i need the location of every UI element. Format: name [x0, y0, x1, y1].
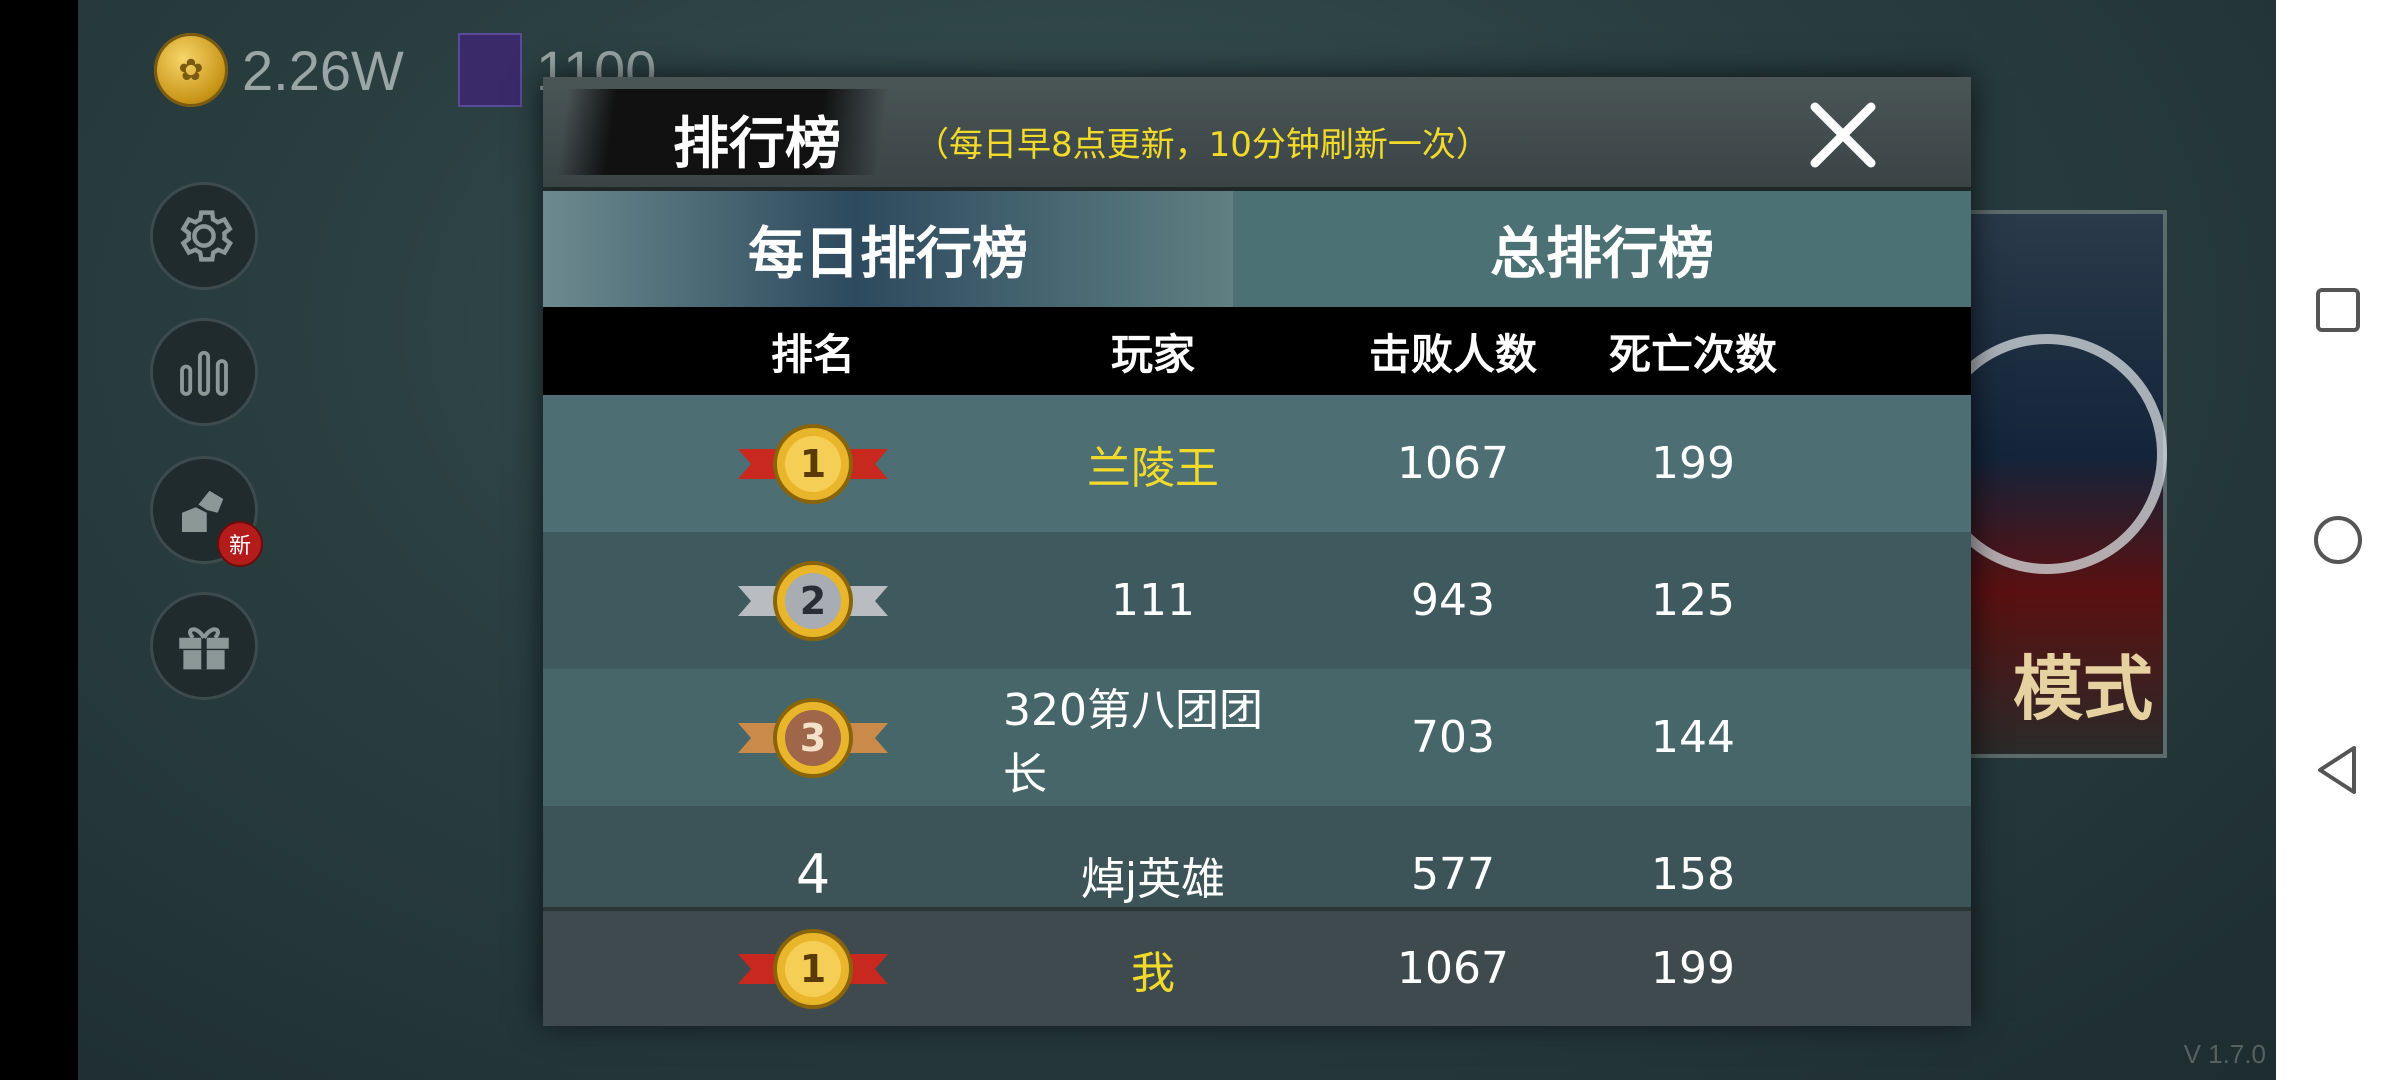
- silver-medal-icon: 2: [703, 532, 923, 669]
- tab-daily-leaderboard[interactable]: 每日排行榜: [543, 191, 1233, 307]
- column-deaths: 死亡次数: [1608, 329, 1777, 379]
- circle-icon: [2314, 516, 2362, 564]
- svg-text:1: 1: [800, 947, 826, 991]
- coin-resource: ✿ 2.26W: [154, 30, 404, 110]
- svg-text:1: 1: [800, 442, 826, 486]
- bar-chart-icon: [180, 350, 228, 396]
- back-button[interactable]: [2276, 730, 2400, 810]
- dialog-title: 排行榜: [673, 112, 841, 177]
- leaderboard-dialog: 排行榜 （每日早8点更新，10分钟刷新一次） 每日排行榜 总排行榜 排名 玩家 …: [543, 77, 1971, 1026]
- player-name: 320第八团团长: [1003, 684, 1263, 800]
- tab-total-leaderboard[interactable]: 总排行榜: [1233, 191, 1971, 307]
- table-row[interactable]: 4 焯j英雄 577 158: [543, 806, 1971, 907]
- materials-button[interactable]: 新: [150, 456, 263, 567]
- gem-icon: [458, 33, 522, 107]
- deaths-value: 125: [1651, 575, 1735, 626]
- game-screen: ✿ 2.26W 1100 新 模式 V 1.7.0 排行榜 （每日早8点更新，1…: [78, 0, 2276, 1080]
- square-icon: [2316, 288, 2360, 332]
- bronze-medal-icon: 3: [703, 669, 923, 806]
- player-name: 兰陵王: [1087, 442, 1219, 494]
- player-name: 焯j英雄: [1080, 853, 1226, 905]
- deaths-value: 158: [1651, 849, 1735, 900]
- my-deaths-value: 199: [1651, 943, 1735, 994]
- leaderboard-tabs: 每日排行榜 总排行榜: [543, 191, 1971, 307]
- gear-icon: [180, 210, 234, 262]
- kills-value: 577: [1411, 849, 1495, 900]
- column-player: 玩家: [1110, 329, 1195, 379]
- table-header: 排名 玩家 击败人数 死亡次数: [543, 307, 1971, 395]
- dialog-header: 排行榜 （每日早8点更新，10分钟刷新一次）: [543, 77, 1971, 191]
- update-note: （每日早8点更新，10分钟刷新一次）: [915, 125, 1490, 165]
- svg-text:3: 3: [800, 716, 826, 760]
- rank-value: 4: [795, 843, 831, 906]
- triangle-back-icon: [2318, 746, 2356, 794]
- column-kills: 击败人数: [1368, 329, 1537, 379]
- table-row[interactable]: 1 兰陵王 1067 199: [543, 395, 1971, 532]
- player-name: 111: [1111, 575, 1195, 626]
- coin-icon: ✿: [154, 33, 228, 107]
- my-kills-value: 1067: [1397, 943, 1509, 994]
- table-row[interactable]: 2 111 943 125: [543, 532, 1971, 669]
- deaths-value: 144: [1651, 712, 1735, 763]
- close-button[interactable]: [1803, 95, 1883, 175]
- stats-button[interactable]: [150, 318, 258, 426]
- gift-icon: [179, 627, 229, 670]
- gift-button[interactable]: [150, 592, 258, 700]
- svg-text:2: 2: [800, 579, 826, 623]
- gold-medal-icon: 1: [703, 395, 923, 532]
- coin-amount: 2.26W: [242, 38, 404, 102]
- close-icon: [1810, 102, 1876, 168]
- kills-value: 943: [1411, 575, 1495, 626]
- kills-value: 1067: [1397, 438, 1509, 489]
- deaths-value: 199: [1651, 438, 1735, 489]
- recents-button[interactable]: [2276, 270, 2400, 350]
- column-rank: 排名: [770, 329, 855, 379]
- table-row[interactable]: 3 320第八团团长 703 144: [543, 669, 1971, 806]
- poster-decoration: 模式: [2013, 648, 2153, 730]
- my-rank-row: 1 我 1067 199: [543, 907, 1971, 1026]
- settings-button[interactable]: [150, 182, 258, 290]
- new-badge: 新: [217, 521, 263, 567]
- gold-medal-icon: 1: [703, 911, 923, 1026]
- my-player-name: 我: [1131, 947, 1175, 999]
- system-nav-bar: [2276, 0, 2400, 1080]
- version-label: V 1.7.0: [2183, 1039, 2266, 1069]
- kills-value: 703: [1411, 712, 1495, 763]
- home-button[interactable]: [2276, 500, 2400, 580]
